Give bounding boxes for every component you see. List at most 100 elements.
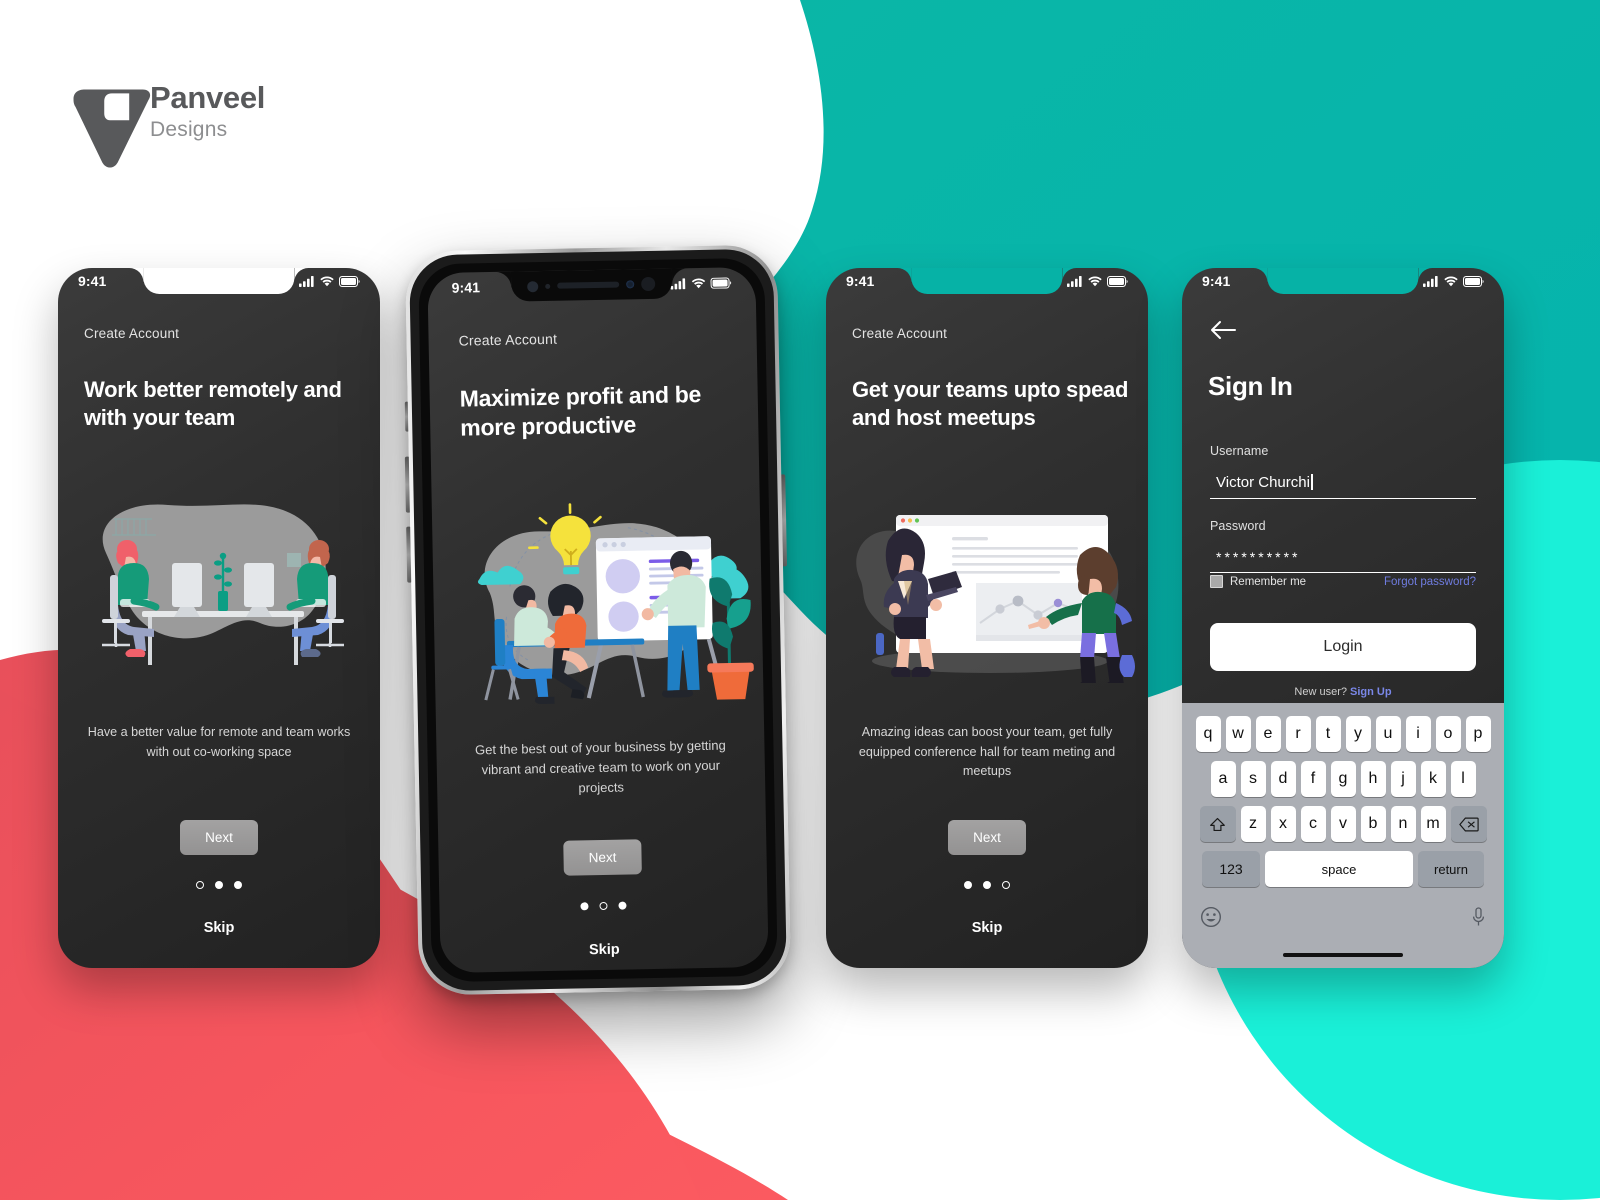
home-indicator[interactable]: [1283, 953, 1403, 957]
forgot-password-link[interactable]: Forgot password?: [1384, 576, 1476, 588]
key-z[interactable]: z: [1240, 806, 1266, 842]
key-x[interactable]: x: [1270, 806, 1296, 842]
login-button[interactable]: Login: [1210, 623, 1476, 671]
signup-link[interactable]: Sign Up: [1350, 686, 1392, 698]
backspace-icon: [1458, 817, 1479, 831]
space-key[interactable]: space: [1265, 851, 1413, 887]
shift-up-icon: [1210, 817, 1225, 831]
skip-button[interactable]: Skip: [972, 920, 1003, 936]
checkbox-icon[interactable]: [1210, 575, 1223, 588]
eyebrow-label: Create Account: [458, 330, 558, 349]
page-title: Get your teams upto spead and host meetu…: [852, 377, 1129, 431]
username-input[interactable]: Victor Churchi: [1210, 474, 1476, 499]
keyboard-row-3: z x c v b n m: [1182, 806, 1504, 842]
phone-onboarding-1: 9:41 Create Account Work better remotely…: [58, 268, 380, 968]
pagination-dot[interactable]: [964, 881, 972, 889]
password-label: Password: [1210, 519, 1266, 533]
skip-button[interactable]: Skip: [204, 920, 235, 936]
pagination-dot[interactable]: [1002, 881, 1010, 889]
team-presentation-whiteboard-illustration: [477, 503, 754, 705]
key-v[interactable]: v: [1330, 806, 1356, 842]
backspace-key[interactable]: [1450, 806, 1487, 842]
status-bar: 9:41: [58, 268, 380, 294]
next-button[interactable]: Next: [180, 820, 258, 855]
brand-logo: Panveel Designs: [62, 70, 322, 180]
key-f[interactable]: f: [1300, 761, 1326, 797]
keyboard-row-4: 123 space return: [1182, 851, 1504, 887]
conference-presentation-illustration: [856, 515, 1135, 683]
text-caret: [1310, 474, 1313, 490]
proximity-sensor-icon: [527, 280, 539, 292]
pagination-dot[interactable]: [599, 901, 608, 911]
wifi-icon: [1088, 275, 1102, 286]
key-w[interactable]: w: [1225, 716, 1251, 752]
key-d[interactable]: d: [1270, 761, 1296, 797]
key-h[interactable]: h: [1360, 761, 1386, 797]
key-b[interactable]: b: [1360, 806, 1386, 842]
return-key[interactable]: return: [1418, 851, 1484, 887]
key-i[interactable]: i: [1405, 716, 1431, 752]
status-time: 9:41: [846, 273, 875, 289]
key-e[interactable]: e: [1255, 716, 1281, 752]
brand-name: Panveel: [150, 80, 266, 115]
battery-icon: [710, 276, 732, 289]
page-caption: Get the best out of your business by get…: [474, 737, 726, 796]
pagination-dot[interactable]: [983, 881, 991, 889]
back-arrow-icon[interactable]: [1208, 318, 1238, 342]
key-r[interactable]: r: [1285, 716, 1311, 752]
page-title: Sign In: [1208, 371, 1293, 401]
battery-icon: [339, 275, 360, 287]
microphone-icon[interactable]: [1471, 906, 1486, 928]
pagination-dot[interactable]: [215, 881, 223, 889]
keyboard-bottom-bar: [1182, 896, 1504, 928]
pagination-dot[interactable]: [196, 881, 204, 889]
brand-tagline: Designs: [150, 118, 228, 141]
password-input[interactable]: **********: [1210, 549, 1476, 573]
eyebrow-label: Create Account: [852, 326, 948, 341]
key-m[interactable]: m: [1420, 806, 1446, 842]
wifi-icon: [320, 275, 334, 286]
page-title: Work better remotely and with your team: [84, 377, 342, 431]
shift-key[interactable]: [1199, 806, 1236, 842]
key-q[interactable]: q: [1195, 716, 1221, 752]
key-s[interactable]: s: [1240, 761, 1266, 797]
key-a[interactable]: a: [1210, 761, 1236, 797]
username-label: Username: [1210, 444, 1269, 458]
key-u[interactable]: u: [1375, 716, 1401, 752]
next-button[interactable]: Next: [563, 839, 642, 876]
username-value: Victor Churchi: [1216, 474, 1310, 491]
status-time: 9:41: [1202, 273, 1231, 289]
status-time: 9:41: [78, 273, 107, 289]
username-field-group: Username Victor Churchi: [1210, 444, 1476, 499]
key-t[interactable]: t: [1315, 716, 1341, 752]
notch-hardware: [510, 268, 673, 302]
skip-button[interactable]: Skip: [589, 942, 620, 959]
signup-prompt-text: New user?: [1294, 686, 1351, 698]
pagination-dot[interactable]: [618, 901, 627, 910]
earpiece-speaker-icon: [557, 281, 620, 289]
cellular-signal-icon: [1067, 275, 1082, 287]
key-o[interactable]: o: [1435, 716, 1461, 752]
remember-me-label: Remember me: [1230, 575, 1307, 588]
key-l[interactable]: l: [1450, 761, 1476, 797]
key-j[interactable]: j: [1390, 761, 1416, 797]
signup-prompt: New user? Sign Up: [1182, 686, 1504, 698]
status-bar: 9:41: [826, 268, 1148, 294]
next-button[interactable]: Next: [948, 820, 1026, 855]
phone-onboarding-3: 9:41 Create Account Get your teams upto …: [826, 268, 1148, 968]
key-c[interactable]: c: [1300, 806, 1326, 842]
front-camera-icon: [641, 276, 656, 292]
remember-me-checkbox[interactable]: Remember me: [1210, 575, 1306, 588]
key-n[interactable]: n: [1390, 806, 1416, 842]
key-p[interactable]: p: [1465, 716, 1491, 752]
key-y[interactable]: y: [1345, 716, 1371, 752]
pagination-dot[interactable]: [580, 902, 589, 911]
numbers-key[interactable]: 123: [1202, 851, 1260, 887]
signin-options-row: Remember me Forgot password?: [1210, 575, 1476, 588]
wifi-icon: [1444, 275, 1458, 286]
key-k[interactable]: k: [1420, 761, 1446, 797]
status-time: 9:41: [451, 279, 481, 296]
emoji-smiley-icon[interactable]: [1200, 906, 1222, 928]
key-g[interactable]: g: [1330, 761, 1356, 797]
pagination-dot[interactable]: [234, 881, 242, 889]
